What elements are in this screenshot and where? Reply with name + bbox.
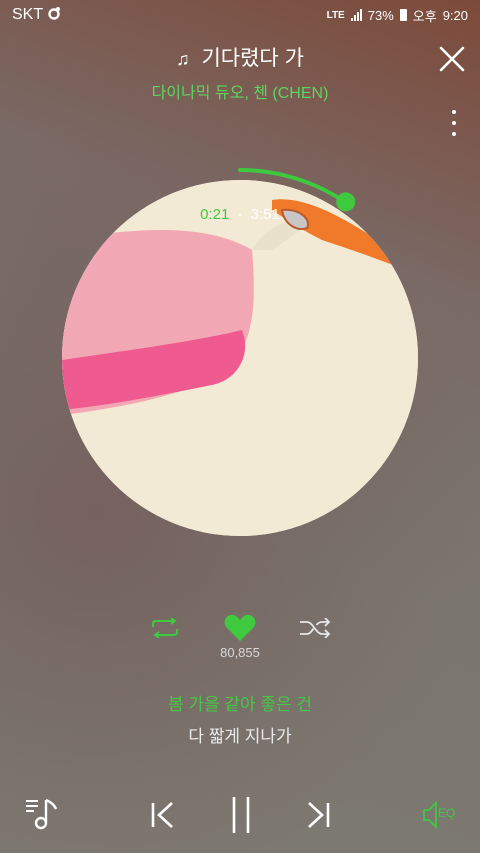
song-title-row: ♫ 기다렸다 가 — [0, 42, 480, 72]
playlist-button[interactable] — [24, 796, 60, 837]
next-button[interactable] — [305, 800, 331, 835]
previous-button[interactable] — [150, 800, 176, 835]
close-icon — [439, 46, 465, 72]
network-label: LTE — [326, 9, 345, 21]
signal-icon — [350, 9, 362, 21]
album-art-area: 0:21 · 3:51 — [30, 160, 450, 560]
note-icon: ♫ — [176, 49, 190, 69]
elapsed-time: 0:21 — [200, 206, 230, 223]
artist-name[interactable]: 다이나믹 듀오, 첸 (CHEN) — [0, 79, 480, 103]
carrier-label: SKT — [12, 6, 44, 23]
total-duration: 3:51 — [250, 206, 280, 223]
repeat-icon — [152, 617, 178, 639]
time-separator: · — [237, 206, 243, 223]
shuffle-icon — [300, 617, 331, 639]
app-indicator-icon — [47, 6, 61, 25]
pause-icon — [232, 797, 250, 833]
eq-button[interactable] — [422, 800, 438, 835]
battery-icon — [399, 9, 407, 21]
eq-icon — [423, 800, 437, 830]
current-lyric[interactable]: 봄 가을 같아 좋은 건 — [0, 690, 480, 715]
progress-arc — [238, 168, 344, 202]
repeat-button[interactable] — [149, 617, 181, 643]
clock: 9:20 — [442, 7, 468, 23]
shuffle-button[interactable] — [299, 617, 331, 643]
playlist-icon — [26, 798, 58, 830]
like-count: 80,855 — [220, 645, 260, 660]
transport-controls: EQ — [0, 790, 480, 840]
next-icon — [308, 802, 330, 828]
song-title: 기다렸다 가 — [201, 47, 304, 70]
previous-icon — [151, 802, 173, 828]
status-bar: SKT LTE 73% 오후 9:20 — [0, 0, 480, 30]
next-lyric[interactable]: 다 짧게 지나가 — [0, 722, 480, 747]
pause-button[interactable] — [229, 795, 253, 840]
like-button[interactable] — [224, 614, 256, 647]
close-button[interactable] — [437, 44, 467, 74]
eq-label: EQ — [438, 806, 456, 820]
battery-percent: 73% — [367, 7, 394, 23]
time-display: 0:21 · 3:51 — [30, 206, 450, 223]
ampm-label: 오후 — [412, 8, 437, 24]
heart-icon — [224, 614, 256, 641]
more-options-button[interactable] — [444, 110, 464, 136]
